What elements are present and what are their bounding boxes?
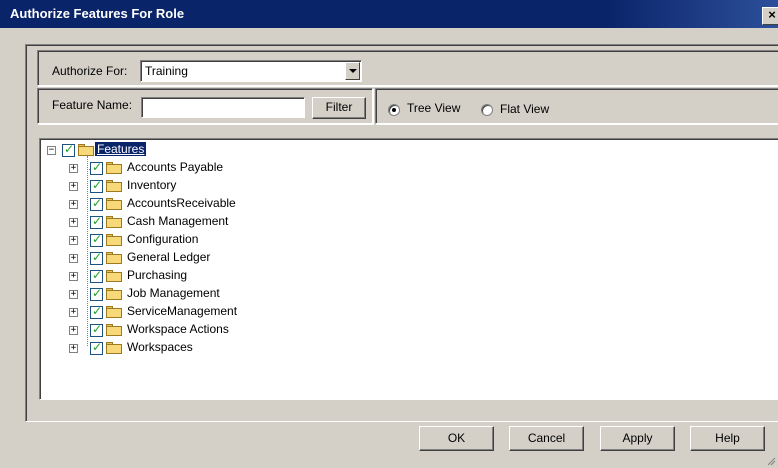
expand-icon[interactable]: + — [69, 164, 78, 173]
node-checkbox[interactable]: ✓ — [90, 232, 103, 247]
window-title: Authorize Features For Role — [10, 6, 185, 21]
node-checkbox[interactable]: ✓ — [90, 268, 103, 283]
node-checkbox[interactable]: ✓ — [90, 340, 103, 355]
expand-icon[interactable]: + — [69, 272, 78, 281]
apply-button[interactable]: Apply — [600, 426, 675, 451]
expand-icon[interactable]: + — [69, 326, 78, 335]
collapse-icon[interactable]: − — [47, 146, 56, 155]
tree-node-label[interactable]: Cash Management — [127, 214, 228, 228]
checkmark-icon: ✓ — [92, 268, 103, 282]
tree-node[interactable]: + ✓ Cash Management — [40, 213, 340, 231]
folder-icon — [78, 144, 94, 156]
checkmark-icon: ✓ — [92, 160, 103, 174]
tree-node-label[interactable]: General Ledger — [127, 250, 210, 264]
cancel-button[interactable]: Cancel — [509, 426, 584, 451]
flat-view-label[interactable]: Flat View — [500, 102, 549, 116]
checkmark-icon: ✓ — [92, 196, 103, 210]
tree-node-label[interactable]: Purchasing — [127, 268, 187, 282]
tree-node-label[interactable]: Accounts Payable — [127, 160, 223, 174]
folder-icon — [106, 306, 122, 318]
node-checkbox[interactable]: ✓ — [90, 322, 103, 337]
tree-node[interactable]: + ✓ Job Management — [40, 285, 340, 303]
expand-icon[interactable]: + — [69, 344, 78, 353]
tree-node[interactable]: + ✓ ServiceManagement — [40, 303, 340, 321]
folder-icon — [106, 180, 122, 192]
ok-button[interactable]: OK — [419, 426, 494, 451]
feature-name-input[interactable] — [141, 97, 305, 118]
tree-node-label[interactable]: Features — [95, 142, 147, 156]
authorize-value: Training — [145, 64, 188, 78]
folder-icon — [106, 342, 122, 354]
dialog-body: Authorize For: Training Feature Name: Fi… — [0, 28, 778, 468]
node-checkbox[interactable]: ✓ — [90, 304, 103, 319]
help-button-label: Help — [715, 431, 740, 445]
expand-icon[interactable]: + — [69, 254, 78, 263]
folder-icon — [106, 252, 122, 264]
root-checkbox[interactable]: ✓ — [62, 142, 75, 157]
tree-node-label[interactable]: ServiceManagement — [127, 304, 237, 318]
tree-node[interactable]: + ✓ General Ledger — [40, 249, 340, 267]
filter-button-label: Filter — [325, 100, 353, 114]
node-checkbox[interactable]: ✓ — [90, 286, 103, 301]
folder-icon — [106, 216, 122, 228]
folder-icon — [106, 234, 122, 246]
checkmark-icon: ✓ — [92, 232, 103, 246]
tree-node-label[interactable]: Inventory — [127, 178, 176, 192]
checkmark-icon: ✓ — [92, 304, 103, 318]
node-checkbox[interactable]: ✓ — [90, 196, 103, 211]
feature-tree[interactable]: − ✓ Features + ✓ Accounts Payable + ✓ In… — [39, 138, 778, 400]
expand-icon[interactable]: + — [69, 236, 78, 245]
tree-node[interactable]: + ✓ Inventory — [40, 177, 340, 195]
tree-node[interactable]: + ✓ Workspaces — [40, 339, 340, 357]
tree-node[interactable]: + ✓ Configuration — [40, 231, 340, 249]
node-checkbox[interactable]: ✓ — [90, 178, 103, 193]
tree-node[interactable]: + ✓ Workspace Actions — [40, 321, 340, 339]
feature-name-label: Feature Name: — [52, 98, 133, 112]
title-bar[interactable]: Authorize Features For Role × — [0, 0, 778, 28]
tree-node[interactable]: + ✓ Purchasing — [40, 267, 340, 285]
node-checkbox[interactable]: ✓ — [90, 214, 103, 229]
authorize-label: Authorize For: — [52, 64, 128, 78]
checkmark-icon: ✓ — [92, 286, 103, 300]
folder-icon — [106, 162, 122, 174]
tree-view-label[interactable]: Tree View — [407, 101, 460, 115]
cancel-button-label: Cancel — [527, 431, 566, 445]
expand-icon[interactable]: + — [69, 200, 78, 209]
tree-node-label[interactable]: Workspaces — [127, 340, 193, 354]
expand-icon[interactable]: + — [69, 182, 78, 191]
node-checkbox[interactable]: ✓ — [90, 250, 103, 265]
folder-icon — [106, 198, 122, 210]
expand-icon[interactable]: + — [69, 308, 78, 317]
folder-icon — [106, 288, 122, 300]
tree-node[interactable]: + ✓ AccountsReceivable — [40, 195, 340, 213]
checkmark-icon: ✓ — [92, 250, 103, 264]
tree-node-label[interactable]: Configuration — [127, 232, 198, 246]
dropdown-arrow-icon[interactable] — [345, 62, 360, 80]
tree-node-label[interactable]: AccountsReceivable — [127, 196, 236, 210]
checkmark-icon: ✓ — [64, 142, 75, 156]
checkmark-icon: ✓ — [92, 322, 103, 336]
resize-grip-icon[interactable] — [766, 456, 776, 466]
checkmark-icon: ✓ — [92, 178, 103, 192]
expand-icon[interactable]: + — [69, 290, 78, 299]
folder-icon — [106, 324, 122, 336]
apply-button-label: Apply — [622, 431, 653, 445]
tree-node[interactable]: + ✓ Accounts Payable — [40, 159, 340, 177]
help-button[interactable]: Help — [690, 426, 765, 451]
filter-button[interactable]: Filter — [312, 97, 366, 119]
checkmark-icon: ✓ — [92, 340, 103, 354]
tree-node-root[interactable]: − ✓ Features — [40, 141, 240, 159]
flat-view-radio[interactable] — [481, 104, 493, 116]
node-checkbox[interactable]: ✓ — [90, 160, 103, 175]
folder-icon — [106, 270, 122, 282]
tree-view-radio[interactable] — [388, 104, 400, 116]
tree-node-label[interactable]: Workspace Actions — [127, 322, 229, 336]
ok-button-label: OK — [447, 431, 466, 445]
expand-icon[interactable]: + — [69, 218, 78, 227]
close-button[interactable]: × — [762, 7, 778, 25]
tree-node-label[interactable]: Job Management — [127, 286, 220, 300]
authorize-combo[interactable]: Training — [140, 60, 362, 82]
checkmark-icon: ✓ — [92, 214, 103, 228]
